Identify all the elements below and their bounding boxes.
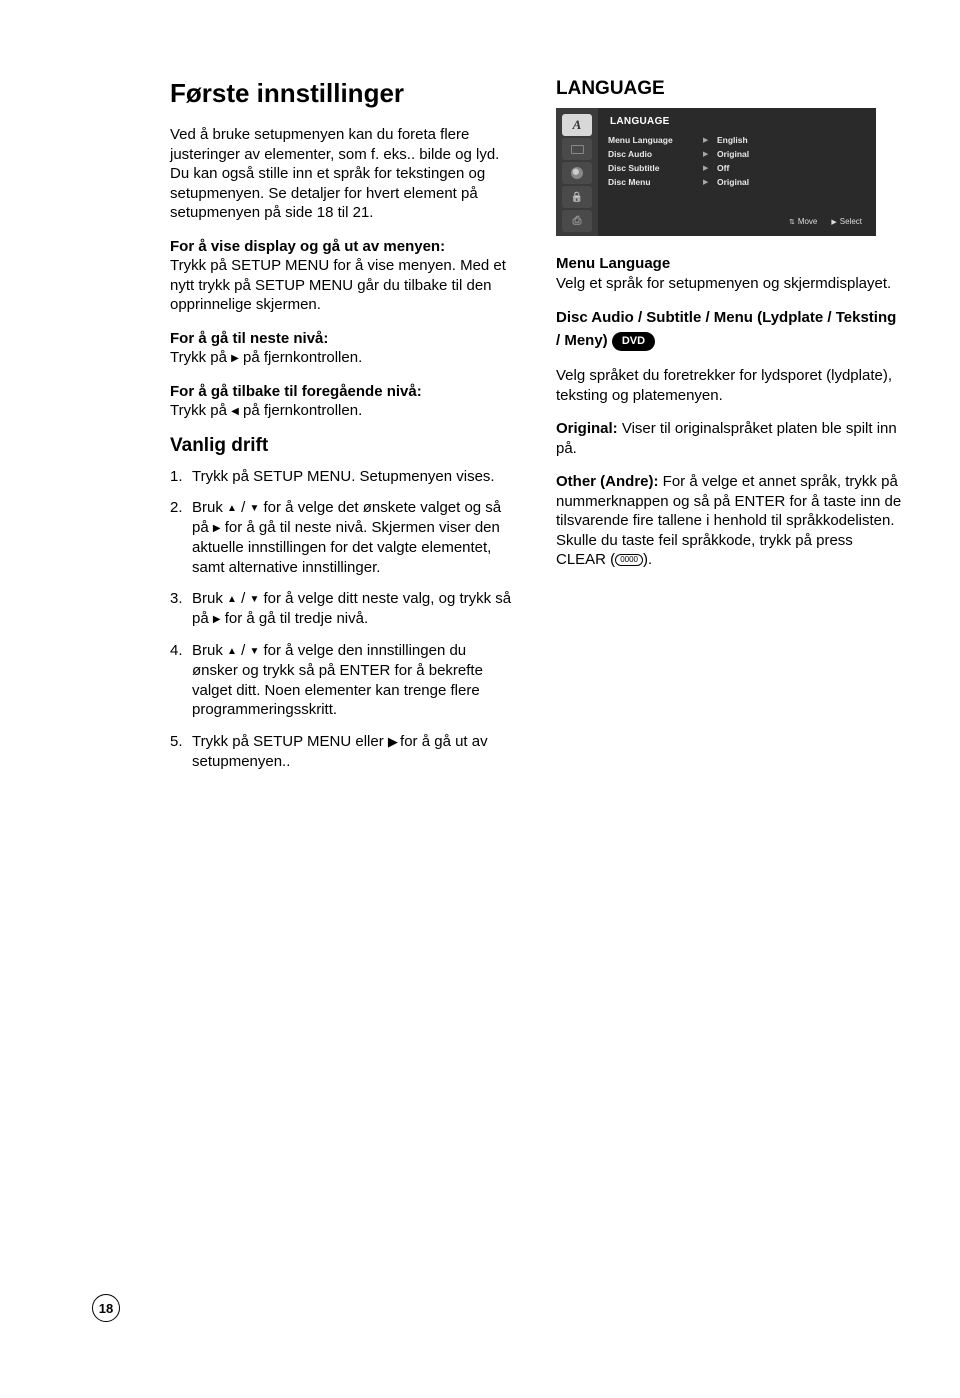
two-column-layout: Første innstillinger Ved å bruke setupme… — [170, 78, 902, 784]
menu-language-body: Velg et språk for setupmenyen og skjermd… — [556, 275, 891, 292]
triangle-right-icon — [213, 610, 221, 627]
osd-row: Menu Language ▶ English — [608, 133, 866, 147]
triangle-right-icon — [213, 519, 221, 536]
triangle-up-icon — [227, 642, 237, 659]
osd-row-label: Menu Language — [608, 135, 703, 145]
step-4-a: Bruk — [192, 642, 227, 659]
page-number: 18 — [92, 1294, 120, 1322]
list-item: 2. Bruk / for å velge det ønskete valget… — [170, 498, 516, 577]
triangle-down-icon — [249, 642, 259, 659]
osd-row: Disc Menu ▶ Original — [608, 175, 866, 189]
osd-tab-lock — [562, 186, 592, 208]
next-level-paragraph: For å gå til neste nivå: Trykk på på fje… — [170, 329, 516, 368]
osd-row-label: Disc Audio — [608, 149, 703, 159]
prev-level-paragraph: For å gå tilbake til foregående nivå: Tr… — [170, 382, 516, 421]
triangle-right-icon: ▶ — [703, 150, 717, 158]
other-body-b: ). — [643, 551, 652, 568]
osd-tab-display — [562, 138, 592, 160]
osd-row-label: Disc Subtitle — [608, 163, 703, 173]
display-menu-paragraph: For å vise display og gå ut av menyen: T… — [170, 237, 516, 315]
osd-row-value: English — [717, 135, 748, 145]
menu-language-paragraph: Menu Language Velg et språk for setupmen… — [556, 254, 902, 293]
list-item: 4. Bruk / for å velge den innstillingen … — [170, 641, 516, 720]
disc-body-paragraph: Velg språket du foretrekker for lydspore… — [556, 366, 902, 405]
triangle-right-icon: ▶ — [831, 219, 836, 226]
triangle-up-icon — [227, 499, 237, 516]
osd-screenshot: LANGUAGE Menu Language ▶ English Disc Au… — [556, 108, 876, 236]
osd-row: Disc Audio ▶ Original — [608, 147, 866, 161]
osd-row: Disc Subtitle ▶ Off — [608, 161, 866, 175]
display-menu-heading: For å vise display og gå ut av menyen: — [170, 238, 445, 255]
step-3-a: Bruk — [192, 590, 227, 607]
intro-paragraph: Ved å bruke setupmenyen kan du foreta fl… — [170, 125, 516, 223]
triangle-right-icon: ▶ — [703, 136, 717, 144]
disc-heading-text: Disc Audio / Subtitle / Menu (Lydplate /… — [556, 309, 896, 349]
osd-row-value: Off — [717, 163, 729, 173]
next-level-body-a: Trykk på — [170, 349, 231, 366]
step-2-a: Bruk — [192, 499, 227, 516]
step-2-b: / — [237, 499, 250, 516]
audio-icon — [571, 167, 583, 179]
osd-row-label: Disc Menu — [608, 177, 703, 187]
left-column: Første innstillinger Ved å bruke setupme… — [170, 78, 516, 784]
dvd-badge: DVD — [612, 332, 655, 352]
step-2-d: for å gå til neste nivå. Skjermen viser … — [192, 519, 500, 576]
menu-language-heading: Menu Language — [556, 255, 670, 272]
other-label: Other (Andre): — [556, 473, 659, 490]
prev-level-body-b: på fjernkontrollen. — [239, 402, 362, 419]
osd-footer-select: ▶Select — [831, 217, 862, 226]
list-item: 1.Trykk på SETUP MENU. Setupmenyen vises… — [170, 467, 516, 487]
osd-tab-audio — [562, 162, 592, 184]
step-5-a: Trykk på SETUP MENU eller — [192, 733, 388, 750]
osd-row-value: Original — [717, 149, 749, 159]
osd-main-panel: LANGUAGE Menu Language ▶ English Disc Au… — [598, 108, 876, 236]
clear-code-pill: 0000 — [615, 554, 643, 566]
triangle-left-icon — [231, 402, 239, 419]
lock-icon — [571, 192, 583, 203]
other-icon — [573, 215, 582, 228]
osd-title: LANGUAGE — [610, 116, 866, 127]
play-icon — [388, 733, 396, 750]
language-icon — [573, 117, 582, 133]
triangle-up-icon — [227, 590, 237, 607]
display-menu-body: Trykk på SETUP MENU for å vise menyen. M… — [170, 257, 506, 313]
next-level-body-b: på fjernkontrollen. — [239, 349, 362, 366]
section-heading-vanlig-drift: Vanlig drift — [170, 435, 516, 457]
list-item: 5. Trykk på SETUP MENU eller for å gå ut… — [170, 732, 516, 772]
section-heading-language: LANGUAGE — [556, 78, 902, 100]
step-1-text: Trykk på SETUP MENU. Setupmenyen vises. — [192, 468, 495, 485]
step-3-b: / — [237, 590, 250, 607]
list-item: 3. Bruk / for å velge ditt neste valg, o… — [170, 589, 516, 629]
prev-level-body-a: Trykk på — [170, 402, 231, 419]
prev-level-heading: For å gå tilbake til foregående nivå: — [170, 383, 422, 400]
step-4-b: / — [237, 642, 250, 659]
osd-side-tabs — [556, 108, 598, 236]
manual-page: Første innstillinger Ved å bruke setupme… — [0, 0, 960, 1398]
page-title: Første innstillinger — [170, 78, 516, 109]
step-3-d: for å gå til tredje nivå. — [221, 610, 369, 627]
original-paragraph: Original: Viser til originalspråket plat… — [556, 419, 902, 458]
original-label: Original: — [556, 420, 618, 437]
updown-icon: ⇅ — [789, 219, 795, 226]
other-paragraph: Other (Andre): For å velge et annet språ… — [556, 472, 902, 570]
osd-row-value: Original — [717, 177, 749, 187]
triangle-right-icon: ▶ — [703, 164, 717, 172]
triangle-right-icon: ▶ — [703, 178, 717, 186]
triangle-down-icon — [249, 499, 259, 516]
right-column: LANGUAGE LANGUAGE Menu Language — [556, 78, 902, 784]
steps-list: 1.Trykk på SETUP MENU. Setupmenyen vises… — [170, 467, 516, 772]
triangle-down-icon — [249, 590, 259, 607]
osd-tab-language — [562, 114, 592, 136]
osd-footer: ⇅Move ▶Select — [608, 189, 866, 228]
next-level-heading: For å gå til neste nivå: — [170, 330, 328, 347]
disc-heading-paragraph: Disc Audio / Subtitle / Menu (Lydplate /… — [556, 307, 902, 352]
osd-tab-other — [562, 210, 592, 232]
triangle-right-icon — [231, 349, 239, 366]
osd-footer-move: ⇅Move — [789, 217, 817, 226]
display-icon — [571, 145, 584, 154]
